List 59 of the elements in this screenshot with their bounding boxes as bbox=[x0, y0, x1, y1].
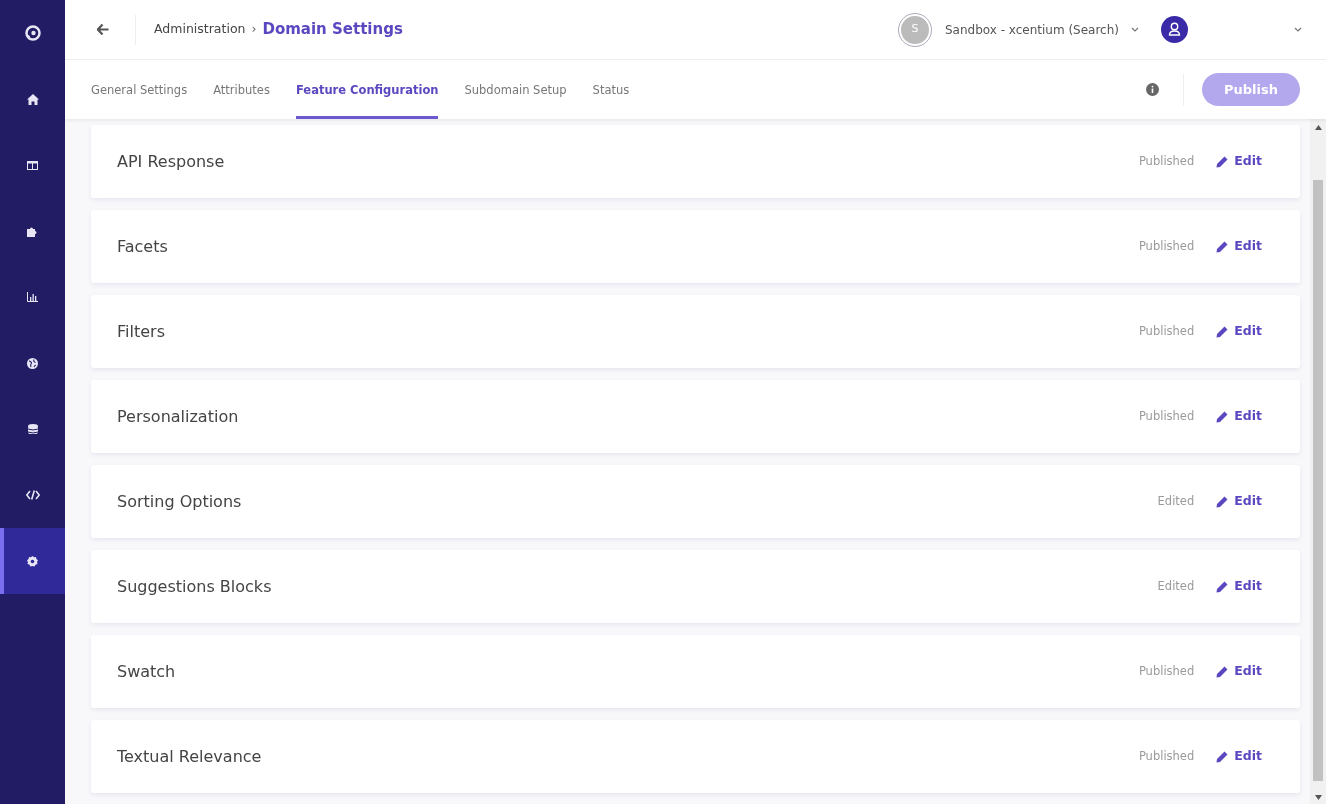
scroll-up-icon[interactable] bbox=[1314, 125, 1322, 130]
breadcrumb-link[interactable]: Administration bbox=[154, 20, 246, 39]
settings-icon[interactable] bbox=[27, 555, 38, 567]
info-icon[interactable] bbox=[1146, 83, 1159, 96]
database-icon[interactable] bbox=[27, 423, 38, 435]
feature-name: Facets bbox=[117, 235, 169, 258]
pencil-icon bbox=[1216, 410, 1229, 423]
tab[interactable]: Status bbox=[592, 60, 630, 119]
scrollbar[interactable] bbox=[1310, 119, 1326, 804]
feature-name: Suggestions Blocks bbox=[117, 575, 273, 598]
status-label: Published bbox=[1138, 152, 1195, 170]
tab[interactable]: Subdomain Setup bbox=[464, 60, 567, 119]
pencil-icon bbox=[1216, 495, 1229, 508]
tab[interactable]: Attributes bbox=[213, 60, 270, 119]
status-label: Published bbox=[1138, 237, 1195, 255]
chevron-down-icon[interactable] bbox=[1131, 27, 1139, 32]
globe-icon[interactable] bbox=[27, 357, 38, 369]
back-arrow-icon[interactable] bbox=[97, 24, 109, 35]
layout-icon[interactable] bbox=[27, 160, 38, 170]
status-label: Edited bbox=[1157, 492, 1195, 510]
puzzle-icon[interactable] bbox=[26, 225, 39, 237]
workspace-selector[interactable]: Sandbox - xcentium (Search) bbox=[944, 20, 1119, 39]
feature-name: Textual Relevance bbox=[117, 745, 263, 768]
edit-button[interactable]: Edit bbox=[1216, 492, 1262, 511]
code-icon[interactable] bbox=[25, 490, 40, 500]
feature-name: API Response bbox=[117, 150, 226, 173]
breadcrumb-separator: › bbox=[251, 20, 257, 39]
pencil-icon bbox=[1216, 155, 1229, 168]
edit-button[interactable]: Edit bbox=[1216, 747, 1262, 766]
scrollbar-thumb[interactable] bbox=[1313, 180, 1323, 781]
pencil-icon bbox=[1216, 325, 1229, 338]
chart-icon[interactable] bbox=[27, 292, 38, 302]
feature-name: Sorting Options bbox=[117, 490, 243, 513]
pencil-icon bbox=[1216, 240, 1229, 253]
edit-button[interactable]: Edit bbox=[1216, 322, 1262, 341]
tab[interactable]: General Settings bbox=[91, 60, 188, 119]
edit-button[interactable]: Edit bbox=[1216, 237, 1262, 256]
status-label: Edited bbox=[1157, 577, 1195, 595]
status-label: Published bbox=[1138, 662, 1195, 680]
pencil-icon bbox=[1216, 580, 1229, 593]
logo-icon[interactable] bbox=[24, 25, 41, 41]
workspace-avatar: S bbox=[898, 13, 931, 46]
status-label: Published bbox=[1138, 407, 1195, 425]
pencil-icon bbox=[1216, 665, 1229, 678]
home-icon[interactable] bbox=[26, 93, 39, 105]
feature-name: Filters bbox=[117, 320, 166, 343]
edit-button[interactable]: Edit bbox=[1216, 577, 1262, 596]
chevron-down-icon[interactable] bbox=[1294, 27, 1302, 32]
feature-name: Personalization bbox=[117, 405, 240, 428]
edit-button[interactable]: Edit bbox=[1216, 407, 1262, 426]
edit-button[interactable]: Edit bbox=[1216, 152, 1262, 171]
user-avatar-icon[interactable] bbox=[1161, 16, 1188, 43]
feature-name: Swatch bbox=[117, 660, 177, 683]
status-label: Published bbox=[1138, 322, 1195, 340]
scroll-down-icon[interactable] bbox=[1314, 795, 1322, 800]
status-label: Published bbox=[1138, 747, 1195, 765]
edit-button[interactable]: Edit bbox=[1216, 662, 1262, 681]
page-title: Domain Settings bbox=[262, 19, 403, 41]
pencil-icon bbox=[1216, 750, 1229, 763]
